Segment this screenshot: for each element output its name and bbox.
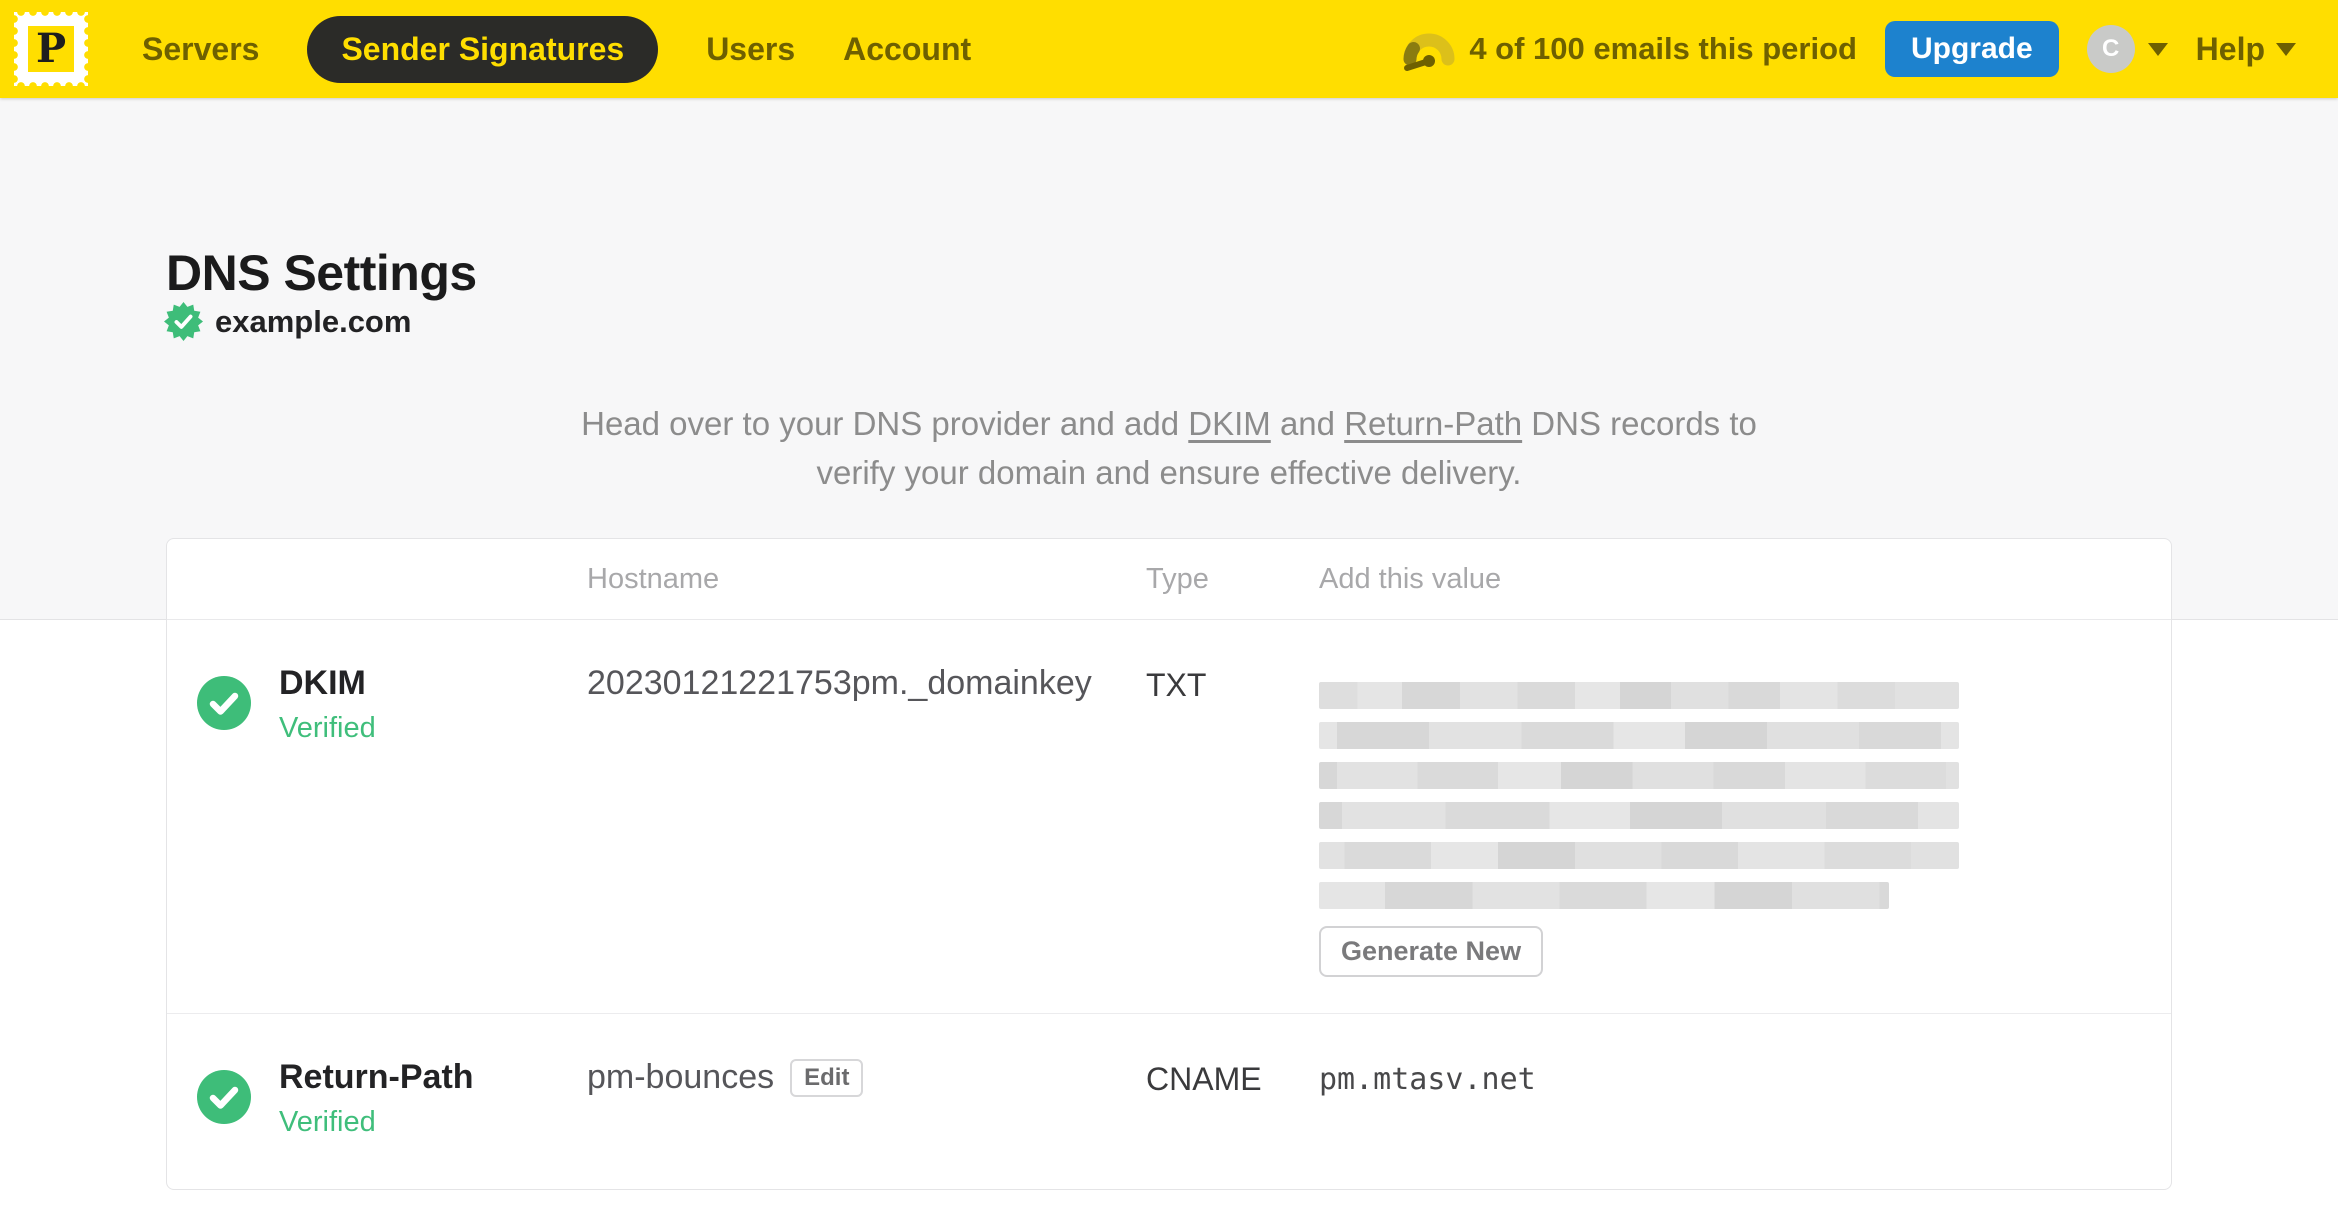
help-label: Help	[2195, 30, 2265, 67]
instruction-text: Head over to your DNS provider and add D…	[581, 399, 1757, 497]
gauge-icon	[1401, 21, 1457, 77]
dkim-verified-icon	[167, 664, 279, 735]
record-status: Verified	[279, 1106, 376, 1139]
chevron-down-icon	[2276, 42, 2296, 56]
upgrade-button[interactable]: Upgrade	[1884, 21, 2059, 77]
return-path-value: pm.mtasv.net	[1319, 1062, 1536, 1097]
return-path-link[interactable]: Return-Path	[1344, 405, 1522, 442]
column-header-type: Type	[1146, 562, 1209, 595]
verified-seal-icon	[164, 302, 203, 341]
edit-button[interactable]: Edit	[790, 1058, 864, 1097]
nav-item-users[interactable]: Users	[706, 31, 795, 68]
instruction-post: DNS records to	[1522, 405, 1757, 442]
domain-name: example.com	[215, 303, 412, 339]
record-name: DKIM	[279, 664, 366, 702]
nav-right: 4 of 100 emails this period Upgrade C He…	[1401, 21, 2296, 77]
redacted-bar	[1319, 762, 1959, 789]
record-status: Verified	[279, 712, 376, 745]
column-header-value: Add this value	[1319, 562, 1502, 595]
dkim-type: TXT	[1146, 667, 1207, 703]
dkim-name-cell: DKIM Verified	[279, 664, 587, 745]
column-header-hostname: Hostname	[587, 562, 720, 595]
dkim-value-cell: Generate New	[1319, 664, 2171, 977]
generate-new-button[interactable]: Generate New	[1319, 926, 1544, 977]
return-path-type: CNAME	[1146, 1061, 1262, 1097]
nav-item-account[interactable]: Account	[843, 31, 971, 68]
redacted-bar	[1319, 882, 1889, 909]
table-header-row: Hostname Type Add this value	[167, 539, 2171, 620]
instruction-between: and	[1270, 405, 1345, 442]
usage-text: 4 of 100 emails this period	[1469, 31, 1857, 66]
return-path-hostname-cell: pm-bounces Edit	[587, 1058, 1146, 1097]
nav-item-servers[interactable]: Servers	[142, 31, 259, 68]
redacted-bar	[1319, 842, 1959, 869]
account-menu[interactable]: C	[2086, 25, 2168, 73]
return-path-verified-icon	[167, 1058, 279, 1129]
redacted-value-bars	[1319, 682, 1959, 909]
help-menu[interactable]: Help	[2196, 31, 2296, 68]
record-name: Return-Path	[279, 1058, 474, 1096]
redacted-bar	[1319, 722, 1959, 749]
redacted-bar	[1319, 802, 1959, 829]
dkim-link[interactable]: DKIM	[1188, 405, 1271, 442]
return-path-hostname: pm-bounces	[587, 1058, 775, 1096]
dkim-hostname: 20230121221753pm._domainkey	[587, 664, 1092, 702]
table-row-return-path: Return-Path Verified pm-bounces Edit CNA…	[167, 1013, 2171, 1189]
redacted-bar	[1319, 682, 1959, 709]
nav-item-sender-signatures[interactable]: Sender Signatures	[307, 15, 659, 83]
instruction-pre: Head over to your DNS provider and add	[581, 405, 1189, 442]
domain-row: example.com	[164, 302, 411, 341]
return-path-name-cell: Return-Path Verified	[279, 1058, 587, 1139]
postmark-logo-letter: P	[28, 26, 74, 72]
top-nav: P Servers Sender Signatures Users Accoun…	[0, 0, 2338, 98]
usage-indicator[interactable]: 4 of 100 emails this period	[1401, 21, 1857, 77]
chevron-down-icon	[2147, 42, 2168, 56]
instruction-line2: verify your domain and ensure effective …	[816, 454, 1522, 491]
postmark-logo[interactable]: P	[14, 12, 88, 86]
nav-items: Servers Sender Signatures Users Account	[142, 15, 971, 83]
page-title: DNS Settings	[166, 244, 477, 301]
table-row-dkim: DKIM Verified 20230121221753pm._domainke…	[167, 620, 2171, 1013]
dns-records-card: Hostname Type Add this value DKIM Verifi…	[166, 538, 2172, 1190]
avatar: C	[2086, 25, 2135, 73]
